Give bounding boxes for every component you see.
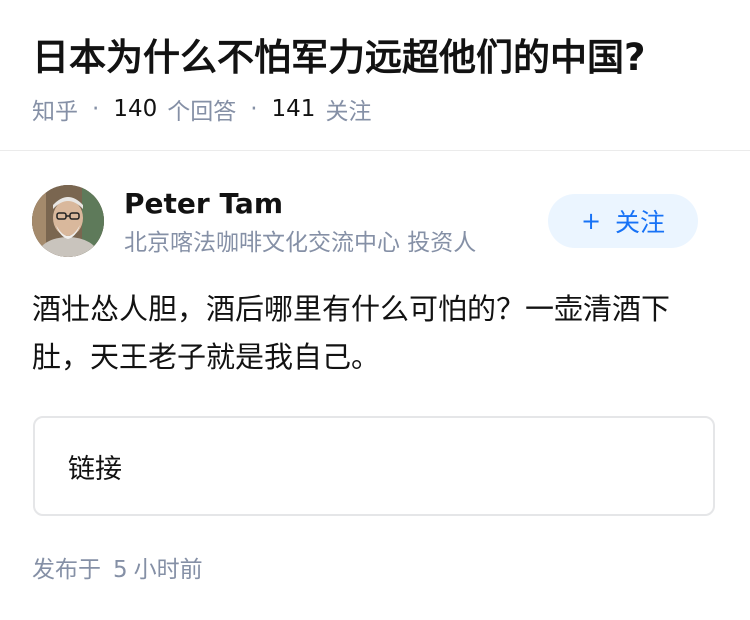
author-name[interactable]: Peter Tam (124, 185, 283, 223)
plus-icon: + (580, 207, 602, 235)
publish-unit: 小时前 (133, 557, 203, 583)
link-card[interactable]: 链接 (33, 416, 715, 516)
meta-separator: · (250, 96, 258, 122)
answer-content: 酒壮怂人胆，酒后哪里有什么可怕的？一壶清酒下肚，天王老子就是我自己。 (32, 292, 671, 374)
section-divider (0, 150, 750, 151)
follower-count-label: 关注 (325, 99, 372, 125)
author-bio: 北京喀法咖啡文化交流中心 投资人 (124, 230, 477, 256)
publish-time: 发布于 5 小时前 (32, 554, 203, 586)
author-avatar[interactable] (32, 185, 104, 257)
person-avatar-icon (32, 185, 104, 257)
source-label[interactable]: 知乎 (32, 92, 78, 126)
follower-count: 141 (271, 96, 316, 122)
answer-count: 140 (113, 96, 158, 122)
link-card-label: 链接 (68, 453, 122, 485)
question-title[interactable]: 日本为什么不怕军力远超他们的中国? (32, 34, 722, 82)
meta-separator: · (92, 96, 100, 122)
question-meta: 知乎 · 140 个回答 · 141 关注 (32, 93, 371, 125)
publish-prefix: 发布于 (32, 557, 101, 583)
follow-button[interactable]: + 关注 (548, 194, 698, 248)
answer-count-label: 个回答 (167, 99, 237, 125)
publish-amount: 5 (113, 557, 128, 583)
follow-button-label: 关注 (615, 208, 666, 237)
